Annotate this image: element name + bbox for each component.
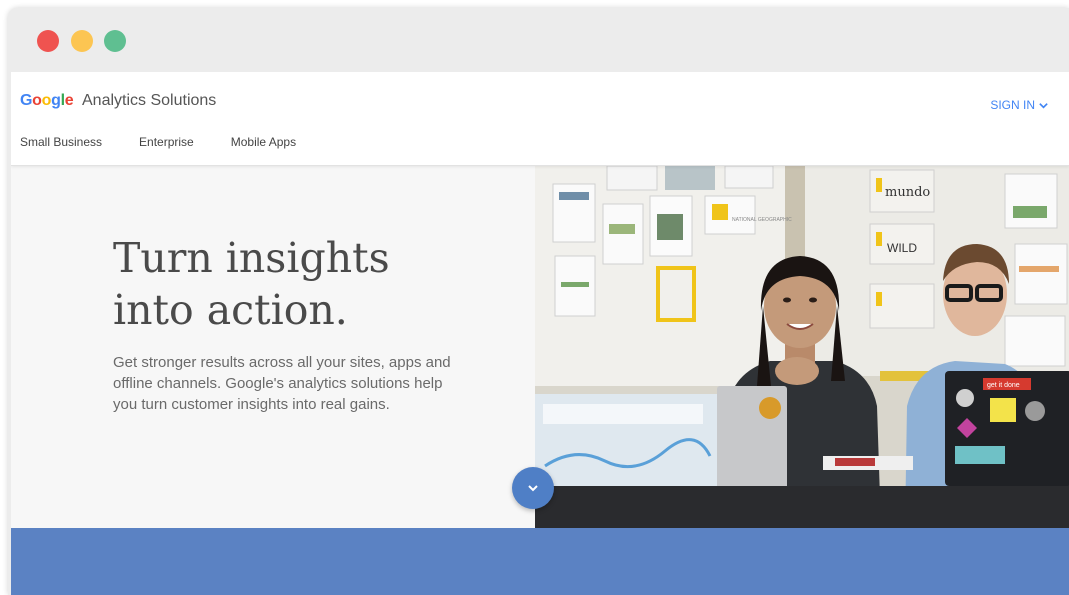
chevron-down-icon bbox=[528, 485, 538, 492]
nav-small-business[interactable]: Small Business bbox=[20, 135, 102, 149]
nav-enterprise[interactable]: Enterprise bbox=[139, 135, 194, 149]
web-page: Google Analytics Solutions SIGN IN Small… bbox=[11, 72, 1069, 595]
window-titlebar bbox=[8, 8, 1069, 72]
headline-line-1: Turn insights bbox=[113, 234, 390, 282]
google-logo[interactable]: Google bbox=[20, 92, 74, 110]
wall-label-mundo: mundo bbox=[885, 185, 930, 200]
main-nav: Small Business Enterprise Mobile Apps bbox=[20, 135, 333, 149]
product-name[interactable]: Analytics Solutions bbox=[82, 92, 216, 110]
hero-section: Turn insights into action. Get stronger … bbox=[11, 166, 1069, 528]
wall-label-wild: WILD bbox=[887, 241, 917, 255]
maximize-window-button[interactable] bbox=[104, 30, 126, 52]
nav-mobile-apps[interactable]: Mobile Apps bbox=[231, 135, 296, 149]
sign-in-button[interactable]: SIGN IN bbox=[990, 98, 1049, 112]
headline-line-2: into action. bbox=[113, 286, 348, 334]
sticker-get-it-done: get it done bbox=[987, 382, 1020, 389]
scroll-down-button[interactable] bbox=[512, 467, 554, 509]
minimize-window-button[interactable] bbox=[71, 30, 93, 52]
chevron-down-icon bbox=[1039, 102, 1048, 109]
sign-in-label: SIGN IN bbox=[990, 98, 1035, 112]
blue-content-band bbox=[11, 528, 1069, 595]
hero-headline: Turn insights into action. bbox=[113, 232, 473, 336]
hero-photo: NATIONAL GEOGRAPHIC mundo WILD get it do… bbox=[535, 166, 1069, 528]
site-header: Google Analytics Solutions SIGN IN Small… bbox=[11, 72, 1069, 166]
wall-label-nat-geo: NATIONAL GEOGRAPHIC bbox=[732, 217, 792, 223]
browser-window: Google Analytics Solutions SIGN IN Small… bbox=[8, 8, 1069, 595]
hero-subcopy: Get stronger results across all your sit… bbox=[113, 354, 451, 413]
close-window-button[interactable] bbox=[37, 30, 59, 52]
